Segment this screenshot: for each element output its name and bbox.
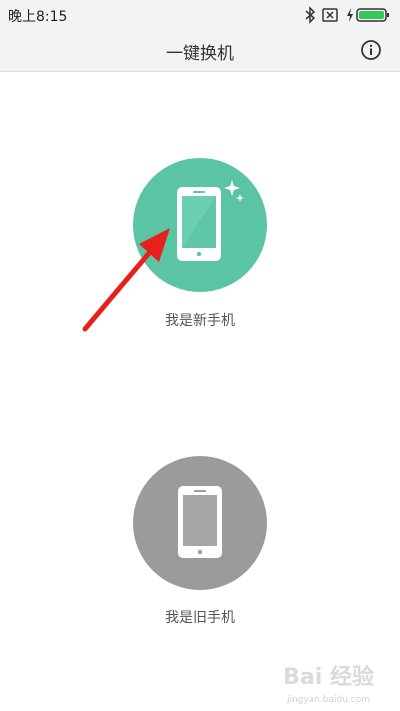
status-icons <box>304 5 394 25</box>
charging-bolt-icon <box>347 8 353 22</box>
watermark-url: jingyan.baidu.com <box>286 695 370 705</box>
old-phone-label: 我是旧手机 <box>165 610 235 626</box>
title-bar: 一键换机 <box>0 30 400 72</box>
status-bar: 晚上8:15 <box>0 0 400 30</box>
phone-icon <box>178 486 222 558</box>
new-phone-label: 我是新手机 <box>165 313 235 329</box>
battery-icon <box>356 8 389 22</box>
info-icon[interactable] <box>360 39 382 61</box>
status-time: 晚上8:15 <box>8 9 68 25</box>
page-title: 一键换机 <box>166 44 234 64</box>
watermark-logo: Bai 经验 <box>283 665 374 690</box>
annotation-arrow <box>82 228 170 332</box>
new-phone-button[interactable] <box>133 158 267 292</box>
sim-card-icon <box>322 8 338 22</box>
bluetooth-icon <box>305 6 316 24</box>
phone-sparkle-icon <box>177 180 244 261</box>
old-phone-button[interactable] <box>133 456 267 590</box>
